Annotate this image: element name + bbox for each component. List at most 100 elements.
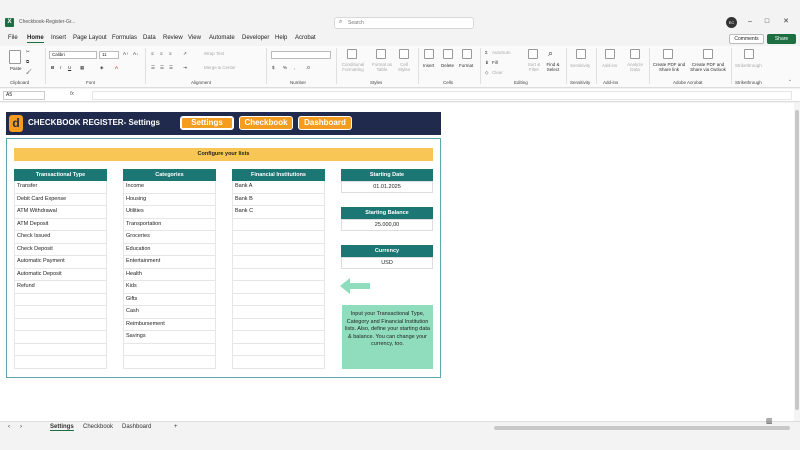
pdf-outlook-icon[interactable] (703, 49, 713, 59)
fill-label[interactable]: Fill (492, 60, 498, 65)
strikethrough-icon[interactable] (744, 49, 754, 59)
sheet-tab-checkbook[interactable]: Checkbook (83, 424, 113, 430)
menu-developer[interactable]: Developer (242, 35, 269, 41)
next-sheet-icon[interactable]: › (20, 424, 22, 430)
list-item[interactable]: Transfer (14, 181, 107, 194)
currency-icon[interactable]: $ (272, 65, 275, 70)
find-select-label[interactable]: Find & Select (544, 62, 562, 72)
format-cells-label[interactable]: Format (459, 63, 473, 68)
decrease-font-icon[interactable]: A↓ (133, 51, 138, 56)
list-item[interactable] (14, 293, 107, 306)
paste-icon[interactable] (9, 50, 21, 64)
vertical-scroll-thumb[interactable] (795, 110, 799, 410)
conditional-formatting-label[interactable]: Conditional Formatting (339, 62, 367, 72)
list-item[interactable]: Income (123, 181, 216, 194)
fill-icon[interactable]: ⬇ (485, 60, 489, 66)
analyze-data-icon[interactable] (630, 49, 640, 59)
sheet-tab-dashboard[interactable]: Dashboard (122, 424, 151, 430)
list-item[interactable]: Housing (123, 193, 216, 206)
list-item[interactable] (232, 268, 325, 281)
menu-view[interactable]: View (188, 35, 201, 41)
comments-button[interactable]: Comments (729, 34, 764, 44)
font-name-select[interactable]: Calibri (49, 51, 97, 59)
align-left-icon[interactable]: ☰ (151, 65, 155, 71)
list-item[interactable]: Utilities (123, 206, 216, 219)
page-view-icon[interactable]: ▥ (766, 417, 773, 425)
list-item[interactable] (232, 281, 325, 294)
horizontal-scrollbar[interactable] (494, 426, 790, 430)
menu-page-layout[interactable]: Page Layout (73, 35, 107, 41)
list-item[interactable] (14, 331, 107, 344)
list-item[interactable] (232, 331, 325, 344)
list-item[interactable] (123, 356, 216, 369)
avatar[interactable]: EC (726, 17, 737, 28)
italic-icon[interactable]: I (60, 65, 61, 70)
sheet-tab-settings[interactable]: Settings (50, 424, 74, 431)
merge-center-button[interactable]: Merge & Center (204, 65, 236, 70)
collapse-ribbon-icon[interactable]: ⌃ (788, 79, 792, 85)
list-item[interactable]: Bank B (232, 193, 325, 206)
list-item[interactable] (14, 343, 107, 356)
starting-date-value[interactable]: 01.01.2025 (341, 181, 433, 193)
list-item[interactable] (232, 256, 325, 269)
copy-icon[interactable]: ⧉ (26, 59, 29, 64)
borders-icon[interactable]: ▦ (80, 65, 84, 71)
insert-cells-label[interactable]: Insert (423, 63, 434, 68)
autosum-label[interactable]: AutoSum (492, 50, 511, 55)
list-item[interactable] (14, 356, 107, 369)
list-item[interactable] (232, 343, 325, 356)
list-item[interactable]: Savings (123, 331, 216, 344)
analyze-data-label[interactable]: Analyze Data (626, 62, 644, 72)
addins-label[interactable]: Add-ins (602, 63, 617, 68)
format-table-label[interactable]: Format as Table (370, 62, 394, 72)
create-pdf-link-label[interactable]: Create PDF and Share link (652, 62, 686, 72)
clear-label[interactable]: Clear (492, 70, 503, 75)
increase-font-icon[interactable]: A↑ (123, 51, 128, 56)
list-item[interactable] (232, 356, 325, 369)
list-item[interactable]: Debit Card Expense (14, 193, 107, 206)
share-button[interactable]: Share (767, 34, 796, 44)
list-item[interactable]: Reimbursement (123, 318, 216, 331)
nav-dashboard-button[interactable]: Dashboard (298, 116, 352, 130)
delete-cells-icon[interactable] (443, 49, 453, 59)
menu-automate[interactable]: Automate (209, 35, 235, 41)
sort-filter-icon[interactable] (528, 49, 538, 59)
autosum-icon[interactable]: Σ (485, 50, 488, 55)
cut-icon[interactable]: ✂ (26, 49, 30, 55)
list-item[interactable] (123, 343, 216, 356)
insert-cells-icon[interactable] (424, 49, 434, 59)
menu-file[interactable]: File (8, 35, 18, 41)
name-box[interactable]: A5 (3, 91, 45, 100)
sort-filter-label[interactable]: Sort & Filter (524, 62, 544, 72)
list-item[interactable]: Cash (123, 306, 216, 319)
starting-balance-value[interactable]: 25.000,00 (341, 219, 433, 231)
align-center-icon[interactable]: ☰ (160, 65, 164, 71)
list-item[interactable]: Health (123, 268, 216, 281)
list-item[interactable]: Kids (123, 281, 216, 294)
formula-input[interactable] (92, 91, 792, 100)
fill-color-icon[interactable]: ◈ (100, 65, 103, 71)
list-item[interactable]: Education (123, 243, 216, 256)
menu-insert[interactable]: Insert (51, 35, 66, 41)
list-item[interactable]: Bank C (232, 206, 325, 219)
add-sheet-icon[interactable]: + (174, 424, 178, 430)
nav-settings-button[interactable]: Settings (180, 116, 234, 130)
format-cells-icon[interactable] (462, 49, 472, 59)
format-painter-icon[interactable]: 🖌 (26, 69, 32, 75)
bold-icon[interactable]: B (51, 65, 54, 70)
find-select-icon[interactable]: ⌕ (548, 48, 553, 59)
maximize-icon[interactable]: □ (760, 16, 774, 28)
list-item[interactable] (232, 293, 325, 306)
list-item[interactable] (232, 218, 325, 231)
menu-review[interactable]: Review (163, 35, 183, 41)
search-box[interactable]: ⌕ Search (334, 17, 474, 29)
list-item[interactable]: Automatic Deposit (14, 268, 107, 281)
font-size-select[interactable]: 11 (99, 51, 119, 59)
underline-icon[interactable]: U (68, 65, 71, 70)
menu-formulas[interactable]: Formulas (112, 35, 137, 41)
format-table-icon[interactable] (376, 49, 386, 59)
list-item[interactable]: Check Deposit (14, 243, 107, 256)
prev-sheet-icon[interactable]: ‹ (8, 424, 10, 430)
sensitivity-label[interactable]: Sensitivity (570, 63, 590, 68)
close-icon[interactable]: ✕ (779, 16, 793, 28)
